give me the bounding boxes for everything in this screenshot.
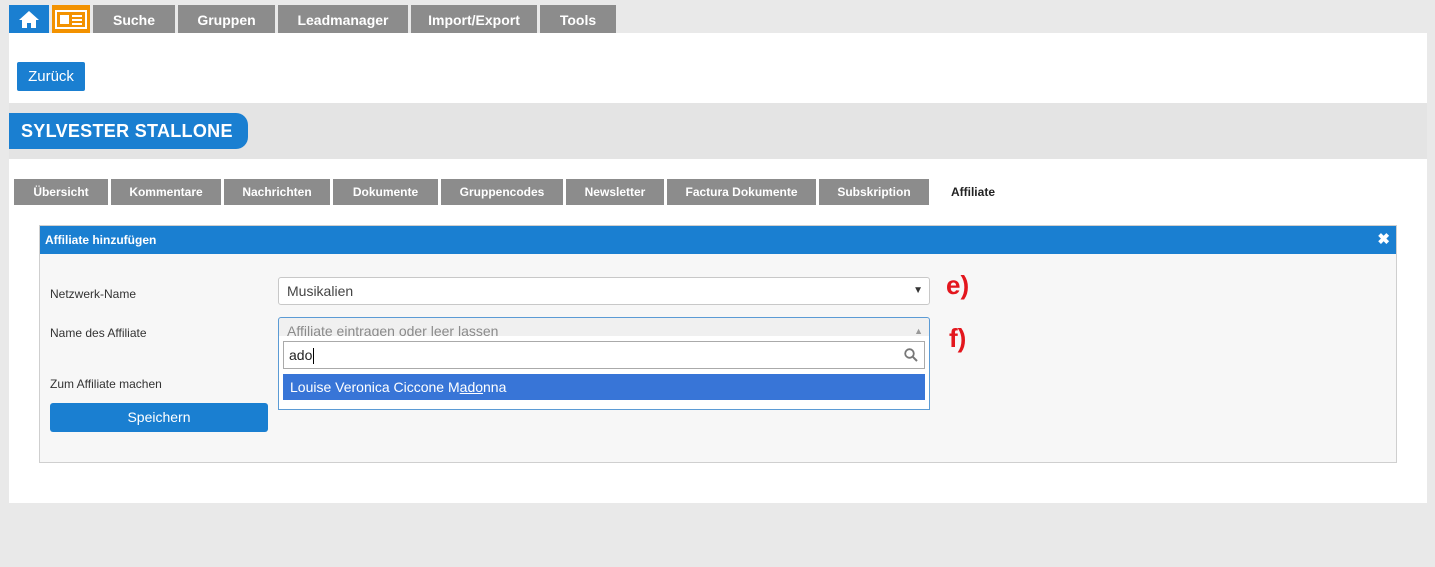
- nav-tab-suche[interactable]: Suche: [93, 5, 175, 33]
- subtab-affiliate[interactable]: Affiliate: [932, 179, 1014, 205]
- affiliate-option[interactable]: Louise Veronica Ciccone Madonna: [283, 374, 925, 400]
- affiliate-name-label: Name des Affiliate: [50, 326, 147, 340]
- main-panel: Zurück SYLVESTER STALLONE Übersicht Komm…: [9, 33, 1427, 503]
- chevron-down-icon: ▼: [913, 285, 923, 296]
- affiliate-dropdown: ado Louise Veronica Ciccone Madonna: [278, 336, 930, 410]
- back-button[interactable]: Zurück: [17, 62, 85, 91]
- nav-tab-leadmanager[interactable]: Leadmanager: [278, 5, 408, 33]
- subtab-factura-dokumente[interactable]: Factura Dokumente: [667, 179, 816, 205]
- text-caret: [313, 348, 315, 365]
- annotation-e: e): [946, 270, 970, 300]
- home-icon: [19, 11, 39, 28]
- affiliate-box-title: Affiliate hinzufügen: [45, 233, 157, 247]
- option-text-match: ado: [459, 379, 484, 395]
- network-name-value: Musikalien: [287, 283, 354, 299]
- affiliate-box-header: Affiliate hinzufügen ✖: [40, 226, 1396, 254]
- annotation-f: f): [949, 323, 967, 353]
- network-name-label: Netzwerk-Name: [50, 287, 137, 301]
- subtab-dokumente[interactable]: Dokumente: [333, 179, 438, 205]
- close-icon[interactable]: ✖: [1377, 226, 1390, 254]
- home-button[interactable]: [9, 5, 49, 33]
- contact-header-band: SYLVESTER STALLONE: [9, 103, 1427, 159]
- nav-tab-import-export[interactable]: Import/Export: [411, 5, 537, 33]
- make-affiliate-label: Zum Affiliate machen: [50, 377, 162, 391]
- contact-name: SYLVESTER STALLONE: [9, 113, 248, 149]
- option-text-after: nna: [483, 379, 507, 395]
- option-text-before: Louise Veronica Ciccone M: [290, 379, 460, 395]
- subtab-uebersicht[interactable]: Übersicht: [14, 179, 108, 205]
- search-icon: [904, 348, 918, 362]
- subtab-kommentare[interactable]: Kommentare: [111, 179, 221, 205]
- affiliate-search-input[interactable]: ado: [283, 341, 925, 369]
- nav-tab-tools[interactable]: Tools: [540, 5, 616, 33]
- affiliate-search-text: ado: [289, 347, 313, 363]
- subtab-gruppencodes[interactable]: Gruppencodes: [441, 179, 563, 205]
- contact-card-icon: [55, 10, 87, 29]
- contact-card-button[interactable]: [52, 5, 90, 33]
- nav-tab-gruppen[interactable]: Gruppen: [178, 5, 275, 33]
- save-button[interactable]: Speichern: [50, 403, 268, 432]
- affiliate-box: Affiliate hinzufügen ✖ Netzwerk-Name Mus…: [39, 225, 1397, 463]
- network-name-select[interactable]: Musikalien ▼: [278, 277, 930, 305]
- subtab-nachrichten[interactable]: Nachrichten: [224, 179, 330, 205]
- subtab-subskription[interactable]: Subskription: [819, 179, 929, 205]
- subtab-newsletter[interactable]: Newsletter: [566, 179, 664, 205]
